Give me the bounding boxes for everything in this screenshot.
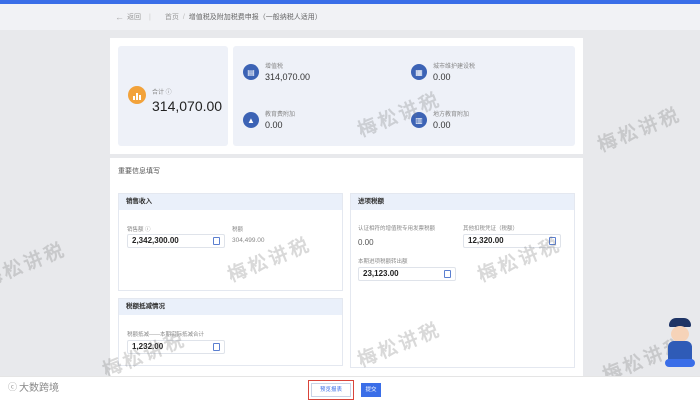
tax-item-value: 0.00 bbox=[265, 120, 283, 130]
tax-item-local-education: ▥ 地方教育附加 0.00 bbox=[411, 104, 571, 144]
sales-panel: 销售收入 销售额 ⓘ 2,342,300.00 税额 304,499.00 bbox=[118, 193, 343, 291]
reduction-label: 税额抵减——本期实际抵减合计 bbox=[127, 332, 205, 338]
certified-tax-value: 0.00 bbox=[358, 238, 374, 247]
total-tax-value: 314,070.00 bbox=[152, 98, 223, 114]
arrow-left-icon: ← bbox=[115, 12, 124, 22]
breadcrumb-home[interactable]: 首页 bbox=[165, 12, 179, 22]
reduction-value: 1,232.00 bbox=[132, 342, 164, 351]
input-tax-panel: 进项税额 认证相符的增值税专用发票税额 0.00 其他扣税凭证（税额） 12,3… bbox=[350, 193, 575, 368]
tax-item-vat: ▤ 增值税 314,070.00 bbox=[243, 56, 403, 96]
brand-logo: ⓒ 大数跨境 bbox=[8, 379, 59, 394]
bar-chart-icon bbox=[128, 86, 146, 104]
reduction-panel-title: 税额抵减情况 bbox=[119, 299, 342, 315]
watermark: 梅松讲税 bbox=[595, 104, 685, 157]
graduation-cap-icon: ▲ bbox=[243, 112, 259, 128]
tax-item-urban-construction: ▦ 城市维护建设税 0.00 bbox=[411, 56, 571, 96]
edit-icon[interactable] bbox=[213, 237, 220, 245]
logo-mark-icon: ⓒ bbox=[8, 382, 18, 392]
total-tax-box: 合计 ⓘ 314,070.00 bbox=[118, 46, 228, 146]
sales-amount-label: 销售额 ⓘ bbox=[127, 227, 151, 233]
sales-panel-title: 销售收入 bbox=[119, 194, 342, 210]
preview-report-button[interactable]: 预览报表 bbox=[311, 383, 351, 397]
back-button[interactable]: ← 返回 bbox=[115, 12, 141, 22]
footer-bar: 预览报表 提交 bbox=[0, 376, 700, 401]
tax-item-label: 城市维护建设税 bbox=[433, 64, 476, 70]
reduction-input[interactable]: 1,232.00 bbox=[127, 340, 225, 354]
watermark: 梅松讲税 bbox=[0, 239, 70, 292]
breadcrumb-separator: / bbox=[182, 13, 185, 21]
edit-icon[interactable] bbox=[213, 343, 220, 351]
tax-summary-card: 合计 ⓘ 314,070.00 ▤ 增值税 314,070.00 ▦ 城市维护建… bbox=[110, 38, 583, 154]
logo-text: 大数跨境 bbox=[19, 383, 60, 394]
building-icon: ▦ bbox=[411, 64, 427, 80]
tax-items-box: ▤ 增值税 314,070.00 ▦ 城市维护建设税 0.00 ▲ 教育费附加 … bbox=[233, 46, 575, 146]
tax-item-label: 增值税 bbox=[265, 64, 284, 70]
sales-amount-value: 2,342,300.00 bbox=[132, 236, 179, 245]
other-tax-input[interactable]: 12,320.00 bbox=[463, 234, 561, 248]
tax-item-label: 地方教育附加 bbox=[433, 112, 470, 118]
edit-icon[interactable] bbox=[549, 237, 556, 245]
tax-item-label: 教育费附加 bbox=[265, 112, 296, 118]
sales-amount-input[interactable]: 2,342,300.00 bbox=[127, 234, 225, 248]
vat-icon: ▤ bbox=[243, 64, 259, 80]
tax-item-value: 0.00 bbox=[433, 72, 451, 82]
transfer-out-input[interactable]: 23,123.00 bbox=[358, 267, 456, 281]
other-tax-label: 其他扣税凭证（税额） bbox=[463, 226, 519, 232]
input-tax-panel-title: 进项税额 bbox=[351, 194, 574, 210]
assistant-mascot[interactable] bbox=[663, 318, 697, 368]
total-tax-label: 合计 ⓘ bbox=[152, 90, 172, 96]
tax-item-value: 0.00 bbox=[433, 120, 451, 130]
submit-button[interactable]: 提交 bbox=[361, 383, 381, 397]
breadcrumb: ← 返回 | 首页 / 增值税及附加税费申报（一般纳税人适用） bbox=[0, 4, 700, 30]
book-icon: ▥ bbox=[411, 112, 427, 128]
breadcrumb-divider: | bbox=[149, 13, 151, 21]
detail-title: 重要信息填写 bbox=[118, 168, 160, 175]
back-label: 返回 bbox=[127, 14, 141, 21]
certified-tax-label: 认证相符的增值税专用发票税额 bbox=[358, 226, 436, 232]
sales-tax-value: 304,499.00 bbox=[232, 237, 265, 244]
tax-item-education-surcharge: ▲ 教育费附加 0.00 bbox=[243, 104, 403, 144]
edit-icon[interactable] bbox=[444, 270, 451, 278]
transfer-out-value: 23,123.00 bbox=[363, 269, 399, 278]
other-tax-value: 12,320.00 bbox=[468, 236, 504, 245]
sales-tax-label: 税额 bbox=[232, 227, 244, 233]
transfer-out-label: 本期进项税额转出额 bbox=[358, 259, 408, 265]
detail-card: 重要信息填写 销售收入 销售额 ⓘ 2,342,300.00 税额 304,49… bbox=[110, 158, 583, 376]
reduction-panel: 税额抵减情况 税额抵减——本期实际抵减合计 1,232.00 bbox=[118, 298, 343, 366]
breadcrumb-current: 增值税及附加税费申报（一般纳税人适用） bbox=[188, 14, 322, 21]
tax-item-value: 314,070.00 bbox=[265, 72, 311, 82]
